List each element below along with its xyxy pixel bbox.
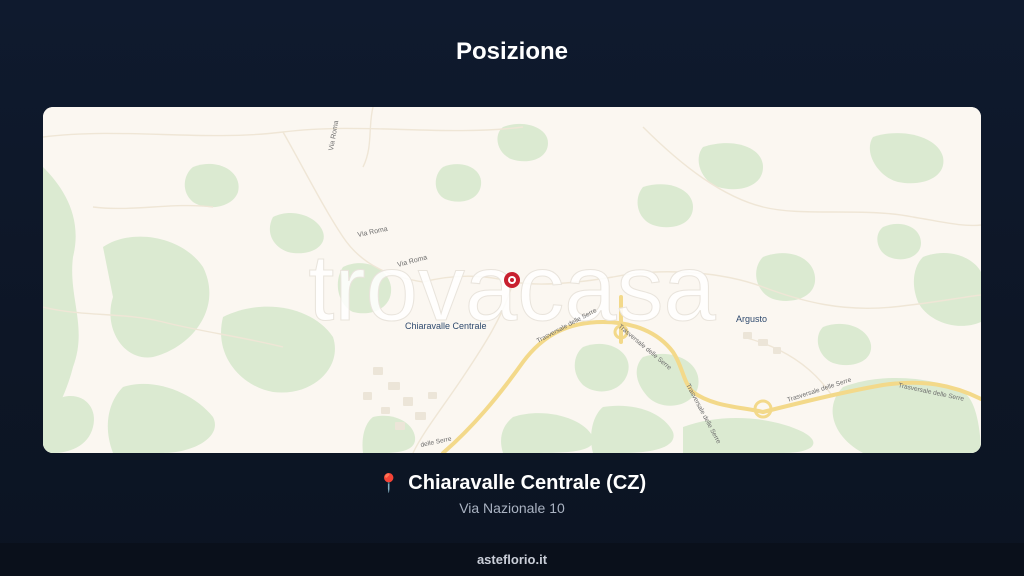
map-label-argusto: Argusto — [736, 314, 767, 324]
location-title: 📍 Chiaravalle Centrale (CZ) — [0, 472, 1024, 495]
footer-site-link[interactable]: asteflorio.it — [477, 552, 547, 567]
map-canvas[interactable]: trovacasa Chiaravalle Centrale Argusto V… — [43, 107, 981, 453]
location-marker[interactable] — [504, 272, 520, 288]
location-address: Via Nazionale 10 — [459, 500, 565, 516]
page-title: Posizione — [455, 38, 569, 65]
location-name: Chiaravalle Centrale (CZ) — [408, 472, 647, 494]
location-map[interactable]: trovacasa Chiaravalle Centrale Argusto V… — [43, 107, 981, 453]
footer: asteflorio.it — [0, 543, 1024, 576]
map-label-town: Chiaravalle Centrale — [405, 321, 487, 331]
map-pin-icon: 📍 — [377, 473, 401, 493]
